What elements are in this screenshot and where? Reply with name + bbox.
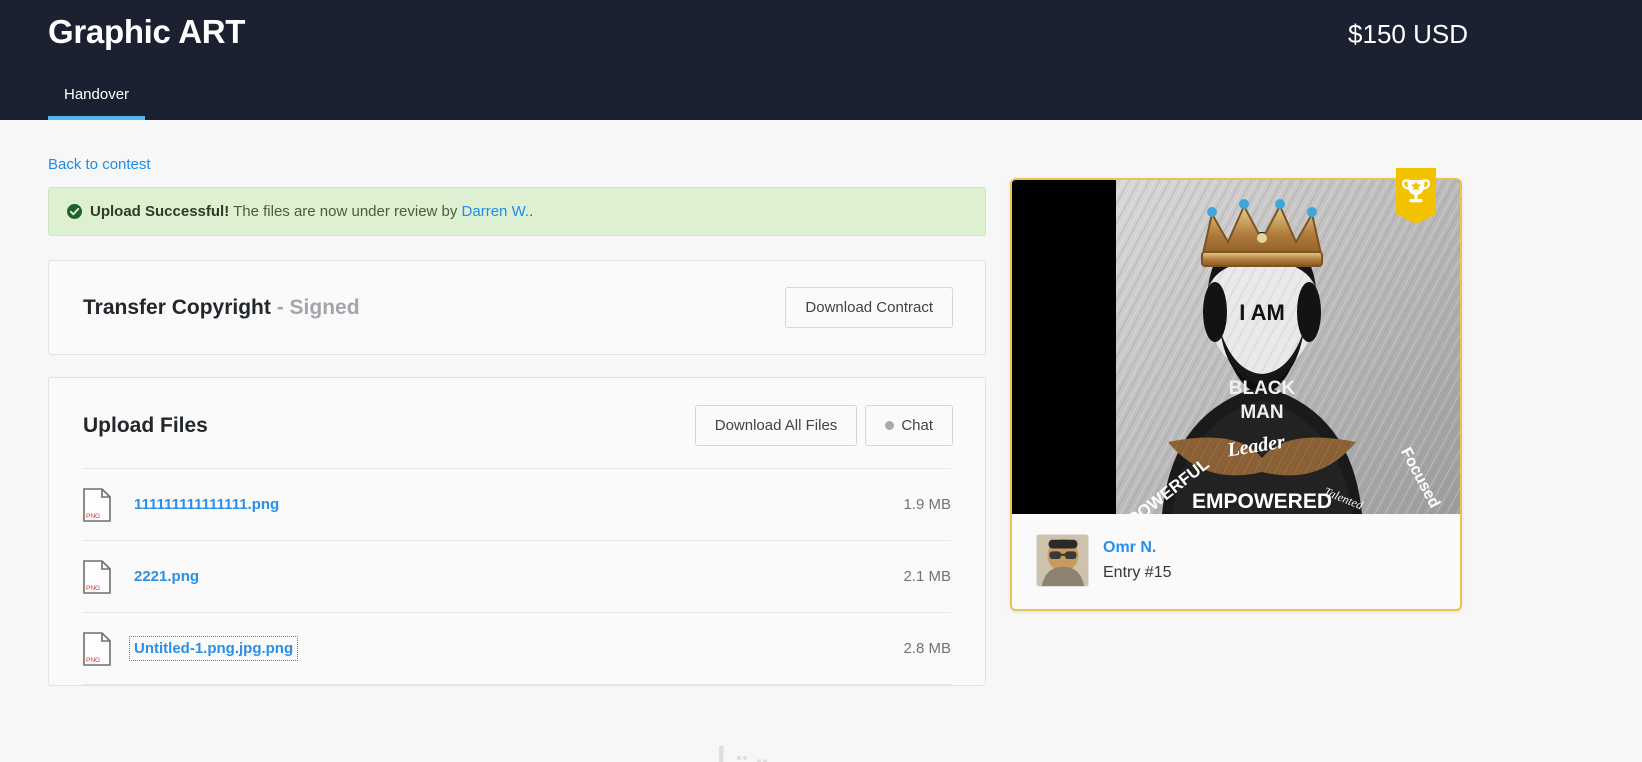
page-title: Graphic ART	[48, 13, 246, 50]
upload-files-title: Upload Files	[83, 413, 208, 437]
png-file-icon: PNG	[83, 559, 111, 594]
transfer-copyright-card: Transfer Copyright - Signed Download Con…	[48, 260, 986, 355]
svg-text:EMPOWERED: EMPOWERED	[1192, 490, 1332, 513]
avatar[interactable]	[1036, 534, 1089, 587]
file-name-link[interactable]: Untitled-1.png.jpg.png	[128, 636, 299, 661]
watermark-arabic: مستقل	[690, 738, 843, 762]
alert-suffix: .	[529, 203, 534, 220]
reviewer-link[interactable]: Darren W.	[462, 203, 530, 220]
tab-handover[interactable]: Handover	[48, 78, 146, 120]
back-to-contest-link[interactable]: Back to contest	[48, 156, 151, 173]
entry-number-label: Entry #15	[1103, 564, 1172, 581]
png-file-icon: PNG	[83, 487, 111, 522]
svg-text:I AM: I AM	[1239, 300, 1285, 325]
svg-text:BLACK: BLACK	[1229, 378, 1296, 399]
file-size: 2.8 MB	[903, 640, 951, 657]
alert-text-wrapper: Upload Successful! The files are now und…	[90, 203, 533, 220]
file-name-link[interactable]: 2221.png	[131, 566, 202, 587]
transfer-copyright-label: Transfer Copyright	[83, 295, 271, 319]
header-top-row: Graphic ART $150 USD	[48, 0, 1594, 54]
table-row: PNG 2221.png 2.1 MB	[83, 540, 951, 612]
file-name-link[interactable]: 111111111111111.png	[131, 494, 282, 515]
page-header: Graphic ART $150 USD Handover	[0, 0, 1642, 120]
content-row: Back to contest Upload Successful! The f…	[48, 120, 1594, 708]
upload-files-header: Upload Files Download All Files Chat	[49, 378, 985, 468]
download-contract-button[interactable]: Download Contract	[785, 287, 953, 328]
table-row: PNG Untitled-1.png.jpg.png 2.8 MB	[83, 612, 951, 684]
svg-text:MAN: MAN	[1240, 402, 1283, 423]
svg-text:PNG: PNG	[86, 585, 100, 592]
left-column: Back to contest Upload Successful! The f…	[48, 156, 986, 708]
site-watermark: مستقل mostaql.com	[690, 738, 843, 762]
upload-success-alert: Upload Successful! The files are now und…	[48, 187, 986, 236]
file-list-divider	[83, 684, 951, 685]
chat-status-dot-icon	[885, 420, 895, 430]
page-body: مستقل mostaql.com Back to contest Upload…	[0, 120, 1642, 762]
right-column: I AM BLACK MAN Leader POWERFUL EMPOWERED…	[1010, 156, 1462, 708]
entry-meta: Omr N. Entry #15	[1103, 539, 1171, 582]
upload-files-card: Upload Files Download All Files Chat PNG	[48, 377, 986, 686]
png-file-icon: PNG	[83, 631, 111, 666]
entry-author-link[interactable]: Omr N.	[1103, 539, 1171, 557]
winner-trophy-badge	[1396, 168, 1436, 226]
transfer-copyright-header: Transfer Copyright - Signed Download Con…	[49, 261, 985, 354]
file-size: 1.9 MB	[903, 496, 951, 513]
svg-text:PNG: PNG	[86, 657, 100, 664]
upload-files-actions: Download All Files Chat	[694, 405, 953, 446]
entry-artwork-image: I AM BLACK MAN Leader POWERFUL EMPOWERED…	[1012, 180, 1460, 514]
alert-strong-text: Upload Successful!	[90, 203, 230, 220]
table-row: PNG 111111111111111.png 1.9 MB	[83, 468, 951, 540]
alert-body-text: The files are now under review by	[229, 203, 462, 220]
project-price: $150 USD	[1348, 19, 1468, 49]
file-list: PNG 111111111111111.png 1.9 MB PNG 2221.…	[49, 468, 985, 685]
file-size: 2.1 MB	[903, 568, 951, 585]
entry-footer: Omr N. Entry #15	[1012, 514, 1460, 609]
chat-button[interactable]: Chat	[865, 405, 953, 446]
transfer-copyright-title: Transfer Copyright - Signed	[83, 296, 360, 320]
entry-thumbnail[interactable]: I AM BLACK MAN Leader POWERFUL EMPOWERED…	[1012, 180, 1460, 514]
chat-button-label: Chat	[901, 417, 933, 434]
contest-entry-card[interactable]: I AM BLACK MAN Leader POWERFUL EMPOWERED…	[1010, 168, 1462, 611]
check-circle-icon	[67, 204, 82, 219]
svg-text:PNG: PNG	[86, 513, 100, 520]
download-all-files-button[interactable]: Download All Files	[694, 405, 858, 446]
transfer-copyright-status: - Signed	[270, 295, 360, 319]
tab-bar: Handover	[48, 78, 146, 120]
